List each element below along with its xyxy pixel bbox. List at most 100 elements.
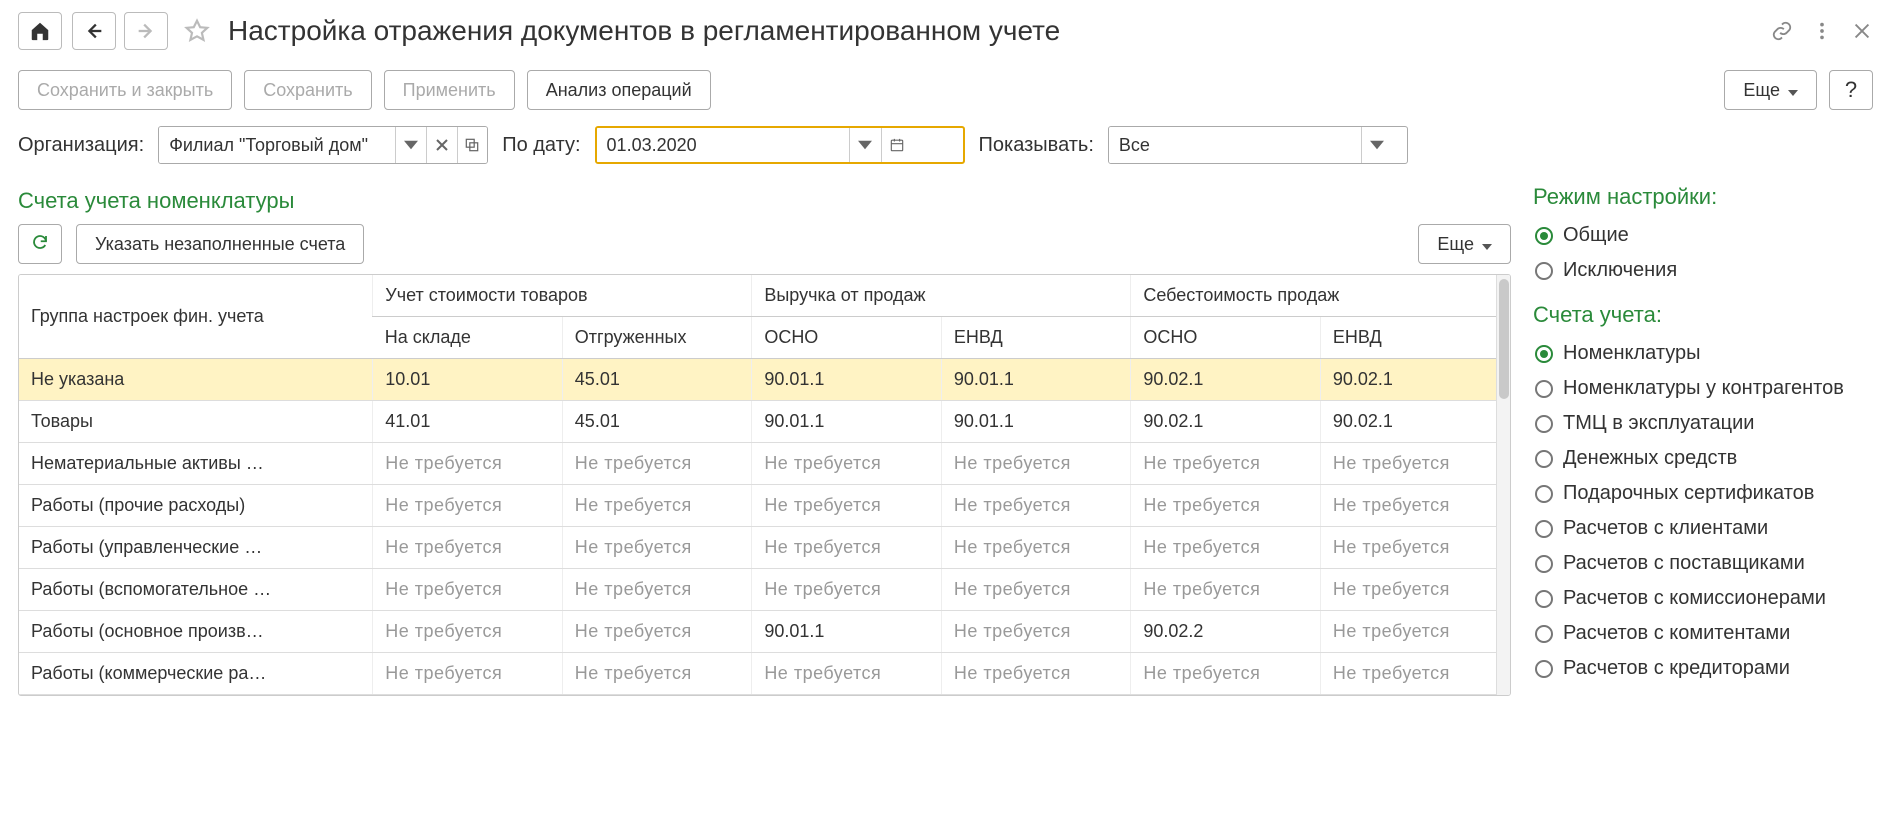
cell-stock[interactable]: Не требуется: [373, 485, 563, 527]
cell-rev_osno[interactable]: Не требуется: [752, 653, 942, 695]
cell-stock[interactable]: Не требуется: [373, 527, 563, 569]
cell-stock[interactable]: 41.01: [373, 401, 563, 443]
fill-empty-button[interactable]: Указать незаполненные счета: [76, 224, 364, 264]
table-row[interactable]: Нематериальные активы …Не требуетсяНе тр…: [19, 443, 1510, 485]
cell-rev_osno[interactable]: 90.01.1: [752, 359, 942, 401]
cell-cogs_envd[interactable]: Не требуется: [1320, 443, 1510, 485]
save-close-button[interactable]: Сохранить и закрыть: [18, 70, 232, 110]
show-input[interactable]: [1109, 127, 1361, 163]
cell-cogs_envd[interactable]: 90.02.1: [1320, 359, 1510, 401]
cell-rev_envd[interactable]: Не требуется: [941, 569, 1131, 611]
cell-shipped[interactable]: Не требуется: [562, 653, 752, 695]
table-row[interactable]: Не указана10.0145.0190.01.190.01.190.02.…: [19, 359, 1510, 401]
mode-item[interactable]: Общие: [1533, 218, 1873, 253]
th-cost[interactable]: Учет стоимости товаров: [373, 275, 752, 317]
link-icon[interactable]: [1771, 20, 1793, 42]
favorite-toggle[interactable]: [182, 16, 212, 46]
cell-cogs_envd[interactable]: Не требуется: [1320, 527, 1510, 569]
cell-shipped[interactable]: Не требуется: [562, 443, 752, 485]
th-cogs[interactable]: Себестоимость продаж: [1131, 275, 1510, 317]
cell-rev_osno[interactable]: 90.01.1: [752, 401, 942, 443]
nav-back-button[interactable]: [72, 12, 116, 50]
cell-rev_envd[interactable]: 90.01.1: [941, 359, 1131, 401]
cell-cogs_osno[interactable]: 90.02.1: [1131, 359, 1321, 401]
analyze-ops-button[interactable]: Анализ операций: [527, 70, 711, 110]
th-rev-envd[interactable]: ЕНВД: [941, 317, 1131, 359]
cell-stock[interactable]: 10.01: [373, 359, 563, 401]
cell-cogs_envd[interactable]: Не требуется: [1320, 485, 1510, 527]
accounts-item[interactable]: Расчетов с комитентами: [1533, 616, 1873, 651]
cell-stock[interactable]: Не требуется: [373, 653, 563, 695]
cell-rev_envd[interactable]: Не требуется: [941, 527, 1131, 569]
cell-cogs_envd[interactable]: Не требуется: [1320, 569, 1510, 611]
cell-shipped[interactable]: Не требуется: [562, 611, 752, 653]
cell-rev_envd[interactable]: Не требуется: [941, 443, 1131, 485]
org-input[interactable]: [159, 127, 395, 163]
cell-group[interactable]: Не указана: [19, 359, 373, 401]
more-button[interactable]: Еще: [1724, 70, 1817, 110]
cell-cogs_osno[interactable]: Не требуется: [1131, 443, 1321, 485]
th-group[interactable]: Группа настроек фин. учета: [19, 275, 373, 359]
cell-rev_envd[interactable]: 90.01.1: [941, 401, 1131, 443]
th-cost-shipped[interactable]: Отгруженных: [562, 317, 752, 359]
cell-group[interactable]: Работы (коммерческие ра…: [19, 653, 373, 695]
cell-shipped[interactable]: 45.01: [562, 359, 752, 401]
show-field[interactable]: [1108, 126, 1408, 164]
org-clear-button[interactable]: [426, 127, 457, 163]
home-button[interactable]: [18, 12, 62, 50]
date-input[interactable]: [597, 128, 849, 162]
cell-cogs_envd[interactable]: 90.02.1: [1320, 401, 1510, 443]
save-button[interactable]: Сохранить: [244, 70, 371, 110]
accounts-item[interactable]: ТМЦ в эксплуатации: [1533, 406, 1873, 441]
table-row[interactable]: Работы (вспомогательное …Не требуетсяНе …: [19, 569, 1510, 611]
cell-cogs_osno[interactable]: Не требуется: [1131, 485, 1321, 527]
org-field[interactable]: [158, 126, 488, 164]
date-calendar-button[interactable]: [881, 128, 913, 162]
th-cogs-envd[interactable]: ЕНВД: [1320, 317, 1510, 359]
help-button[interactable]: ?: [1829, 70, 1873, 110]
cell-group[interactable]: Работы (основное произв…: [19, 611, 373, 653]
cell-stock[interactable]: Не требуется: [373, 443, 563, 485]
th-cogs-osno[interactable]: ОСНО: [1131, 317, 1321, 359]
cell-cogs_envd[interactable]: Не требуется: [1320, 611, 1510, 653]
accounts-table[interactable]: Группа настроек фин. учета Учет стоимост…: [19, 275, 1510, 695]
mode-item[interactable]: Исключения: [1533, 253, 1873, 288]
date-field[interactable]: [595, 126, 965, 164]
org-dropdown-button[interactable]: [395, 127, 426, 163]
accounts-item[interactable]: Расчетов с комиссионерами: [1533, 581, 1873, 616]
accounts-item[interactable]: Расчетов с клиентами: [1533, 511, 1873, 546]
cell-rev_osno[interactable]: Не требуется: [752, 527, 942, 569]
accounts-item[interactable]: Номенклатуры у контрагентов: [1533, 371, 1873, 406]
cell-group[interactable]: Работы (прочие расходы): [19, 485, 373, 527]
accounts-item[interactable]: Расчетов с поставщиками: [1533, 546, 1873, 581]
close-icon[interactable]: [1851, 20, 1873, 42]
scrollbar-thumb[interactable]: [1499, 279, 1509, 399]
cell-group[interactable]: Товары: [19, 401, 373, 443]
accounts-item[interactable]: Денежных средств: [1533, 441, 1873, 476]
table-row[interactable]: Работы (коммерческие ра…Не требуетсяНе т…: [19, 653, 1510, 695]
table-more-button[interactable]: Еще: [1418, 224, 1511, 264]
table-row[interactable]: Работы (прочие расходы)Не требуетсяНе тр…: [19, 485, 1510, 527]
date-dropdown-button[interactable]: [849, 128, 881, 162]
table-row[interactable]: Работы (основное произв…Не требуетсяНе т…: [19, 611, 1510, 653]
cell-group[interactable]: Нематериальные активы …: [19, 443, 373, 485]
cell-cogs_envd[interactable]: Не требуется: [1320, 653, 1510, 695]
cell-stock[interactable]: Не требуется: [373, 569, 563, 611]
cell-rev_osno[interactable]: Не требуется: [752, 443, 942, 485]
cell-stock[interactable]: Не требуется: [373, 611, 563, 653]
th-cost-stock[interactable]: На складе: [373, 317, 563, 359]
org-open-button[interactable]: [457, 127, 488, 163]
kebab-menu-icon[interactable]: [1811, 20, 1833, 42]
cell-cogs_osno[interactable]: Не требуется: [1131, 653, 1321, 695]
cell-shipped[interactable]: Не требуется: [562, 485, 752, 527]
table-row[interactable]: Работы (управленческие …Не требуетсяНе т…: [19, 527, 1510, 569]
cell-rev_osno[interactable]: Не требуется: [752, 485, 942, 527]
apply-button[interactable]: Применить: [384, 70, 515, 110]
cell-shipped[interactable]: Не требуется: [562, 569, 752, 611]
cell-cogs_osno[interactable]: 90.02.1: [1131, 401, 1321, 443]
cell-group[interactable]: Работы (вспомогательное …: [19, 569, 373, 611]
accounts-item[interactable]: Номенклатуры: [1533, 336, 1873, 371]
cell-rev_envd[interactable]: Не требуется: [941, 611, 1131, 653]
cell-group[interactable]: Работы (управленческие …: [19, 527, 373, 569]
table-row[interactable]: Товары41.0145.0190.01.190.01.190.02.190.…: [19, 401, 1510, 443]
